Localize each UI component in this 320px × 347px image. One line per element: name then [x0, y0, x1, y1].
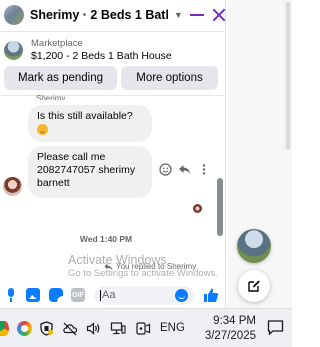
chat-scrollbar[interactable]: [217, 96, 223, 276]
chat-header[interactable]: Sherimy · 2 Beds 1 Bath Ho... ▼: [0, 0, 226, 30]
page-scrollbar-thumb[interactable]: [286, 2, 290, 150]
message-bubble[interactable]: Is this still available?: [28, 105, 152, 142]
color-app-icon[interactable]: [17, 321, 32, 336]
compose-icon: [247, 279, 261, 293]
input-placeholder: Aa: [102, 289, 116, 301]
camera-icon[interactable]: [135, 321, 151, 336]
onedrive-offline-icon[interactable]: [62, 321, 78, 336]
sender-avatar[interactable]: [3, 177, 22, 196]
message-composer: GIF Aa: [0, 284, 226, 306]
react-icon[interactable]: [159, 163, 172, 176]
sticker-icon[interactable]: [49, 288, 63, 302]
reply-note: You replied to Sherimy: [104, 262, 196, 271]
chrome-icon[interactable]: [0, 321, 9, 336]
new-message-button[interactable]: [238, 270, 270, 302]
gif-icon[interactable]: GIF: [71, 288, 85, 302]
message-timestamp: Wed 1:40 PM: [79, 234, 133, 244]
more-icon[interactable]: [197, 163, 210, 176]
header-divider: [0, 31, 226, 32]
chat-title[interactable]: Sherimy · 2 Beds 1 Bath Ho...: [30, 8, 168, 22]
message-text: Is this still available?: [37, 110, 133, 122]
message-text: Please call me 2082747057 sherimy barnet…: [37, 151, 136, 189]
chevron-down-icon[interactable]: ▼: [172, 10, 184, 20]
message-bubble[interactable]: Please call me 2082747057 sherimy barnet…: [28, 146, 152, 198]
close-icon[interactable]: [212, 8, 226, 22]
listing-thumbnail: [4, 40, 23, 60]
notification-icon[interactable]: [267, 319, 284, 336]
more-options-button[interactable]: More options: [121, 66, 218, 90]
input-language[interactable]: ENG: [160, 322, 185, 334]
marketplace-listing[interactable]: Marketplace $1,200 - 2 Beds 1 Bath House: [4, 36, 222, 64]
smile-emoji-icon: [37, 124, 48, 136]
windows-taskbar: ENG 9:34 PM 3/27/2025: [0, 308, 292, 347]
reply-icon[interactable]: [178, 163, 191, 176]
photo-icon[interactable]: [26, 288, 40, 302]
volume-icon[interactable]: [86, 321, 101, 336]
network-icon[interactable]: [110, 321, 126, 336]
clock-date: 3/27/2025: [204, 330, 256, 342]
chat-panel: Sherimy · 2 Beds 1 Bath Ho... ▼ Marketpl…: [0, 0, 226, 308]
clock-time: 9:34 PM: [213, 315, 256, 327]
sender-name: Sherimy: [36, 94, 66, 100]
minimize-button[interactable]: [190, 14, 205, 16]
chat-scrollbar-thumb[interactable]: [217, 178, 223, 236]
listing-title[interactable]: $1,200 - 2 Beds 1 Bath House: [31, 50, 172, 63]
contact-avatar[interactable]: [4, 5, 24, 25]
chat-head-avatar[interactable]: [237, 229, 271, 263]
listing-label: Marketplace: [31, 38, 83, 49]
reply-note-text: You replied to Sherimy: [116, 262, 197, 271]
security-shield-icon[interactable]: [39, 321, 54, 336]
seen-indicator-avatar: [193, 204, 202, 213]
thumbs-up-icon[interactable]: [203, 287, 219, 303]
microphone-icon[interactable]: [4, 288, 18, 302]
mark-as-pending-button[interactable]: Mark as pending: [4, 66, 117, 90]
text-caret: [100, 289, 101, 301]
reply-arrow-icon: [104, 263, 113, 271]
listing-divider: [0, 95, 226, 96]
message-actions: [159, 163, 210, 176]
system-clock[interactable]: 9:34 PM 3/27/2025: [196, 314, 256, 344]
emoji-icon[interactable]: [175, 289, 188, 302]
